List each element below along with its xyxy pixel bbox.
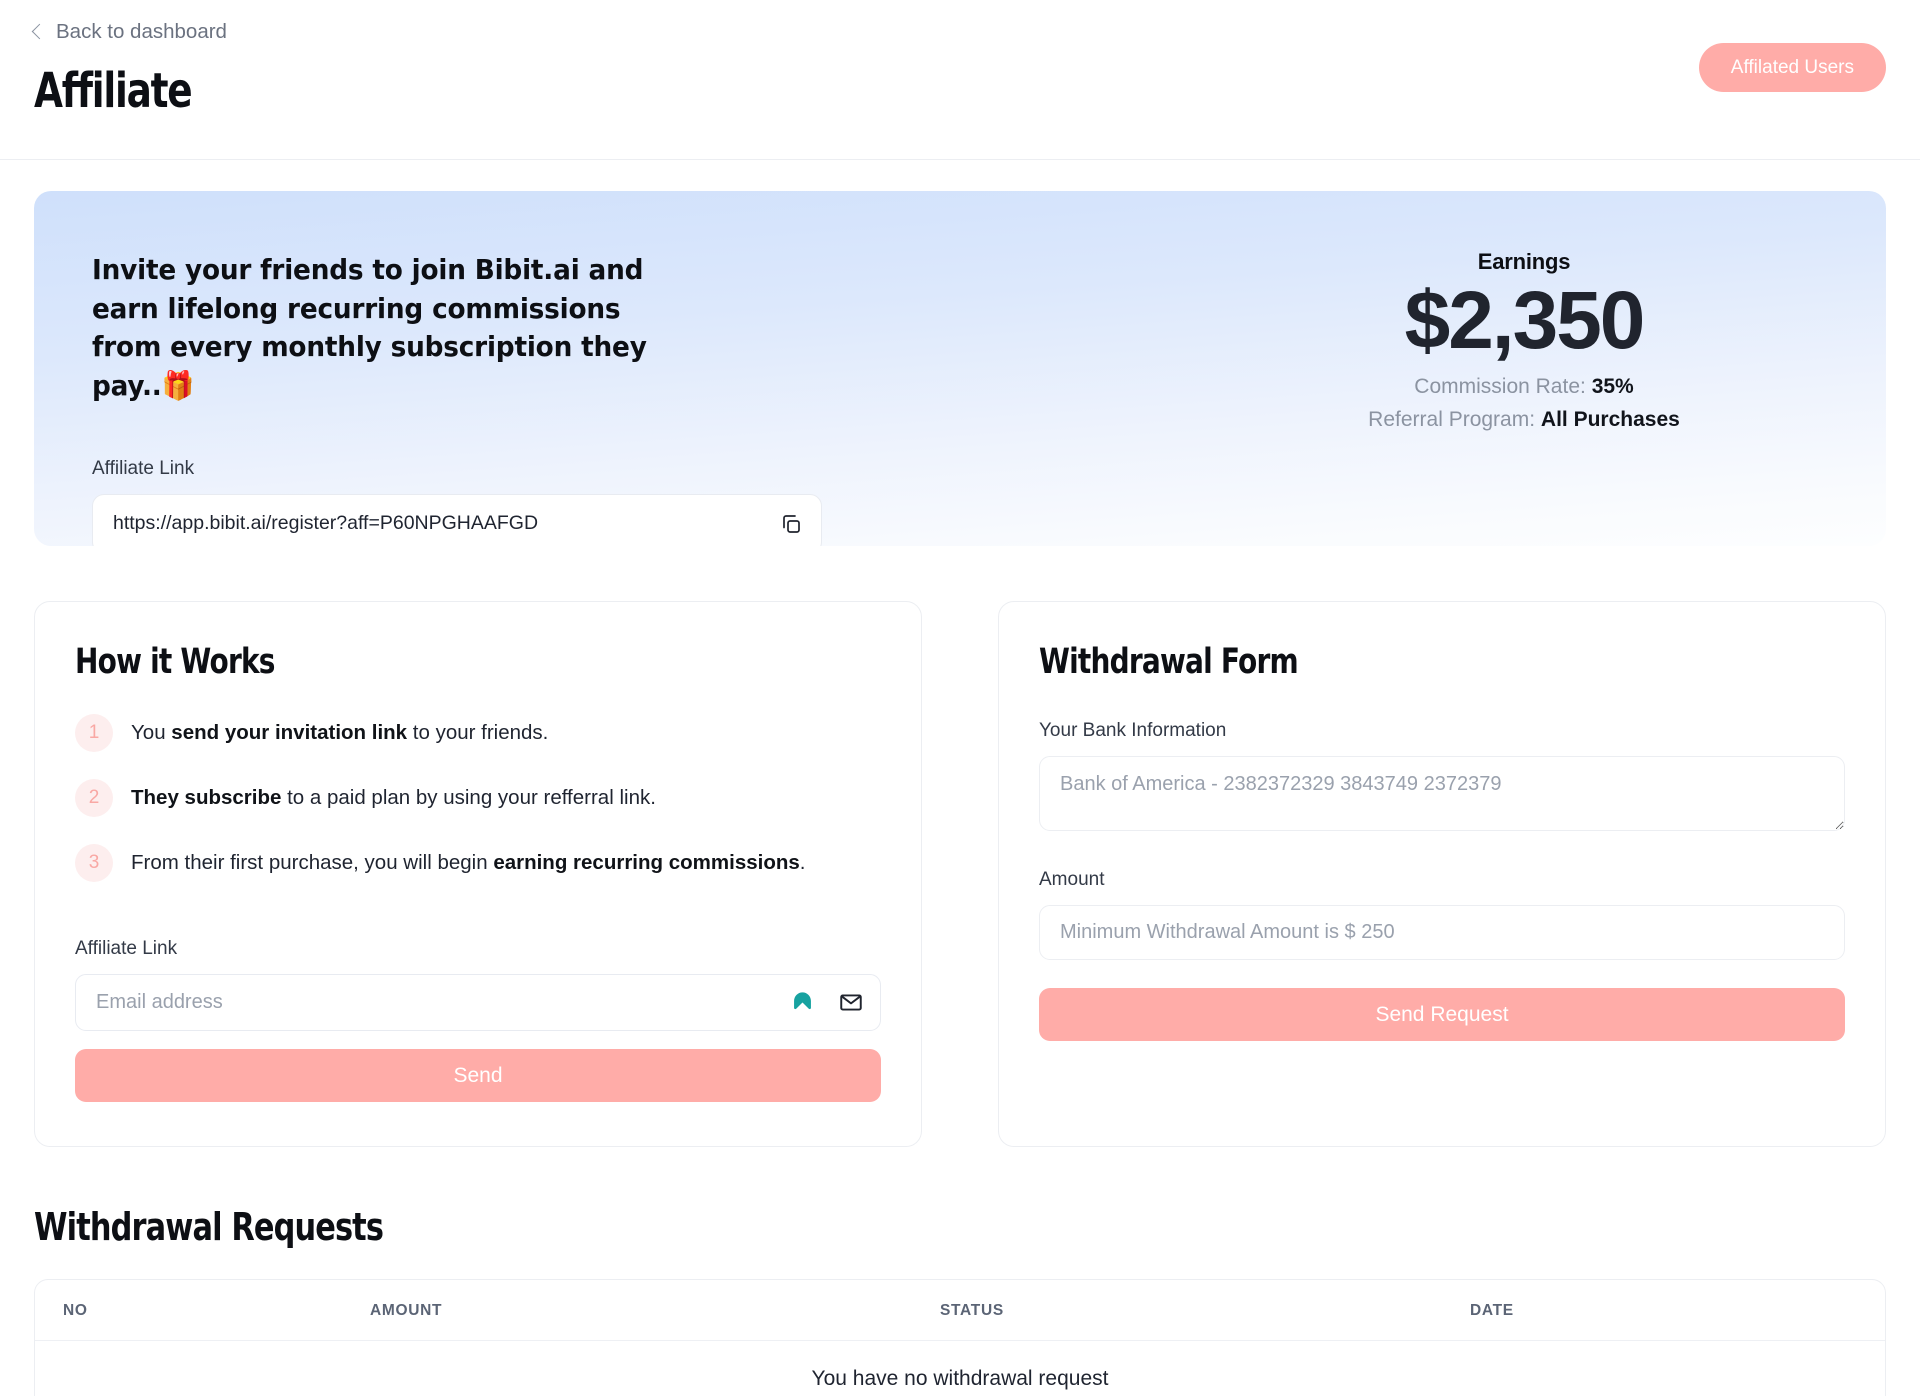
column-header-status: STATUS — [940, 1302, 1004, 1319]
bank-information-field[interactable] — [1039, 756, 1845, 831]
step-text-prefix: From their first purchase, you will begi… — [131, 851, 494, 874]
affiliate-banner: Invite your friends to join Bibit.ai and… — [34, 191, 1886, 546]
commission-rate-label: Commission Rate: — [1414, 375, 1586, 399]
earnings-label: Earnings — [1477, 249, 1571, 274]
input-icons — [789, 989, 864, 1016]
chevron-left-icon — [31, 23, 48, 40]
affiliate-link-field[interactable]: https://app.bibit.ai/register?aff=P60NPG… — [92, 493, 822, 546]
list-item: 2 They subscribe to a paid plan by using… — [75, 779, 881, 817]
amount-field[interactable] — [1039, 905, 1845, 960]
banner-headline: Invite your friends to join Bibit.ai and… — [92, 253, 647, 402]
commission-rate-value: 35% — [1591, 375, 1634, 399]
column-header-no: NO — [63, 1302, 88, 1319]
email-input-placeholder: Email address — [96, 991, 223, 1013]
main-content: Invite your friends to join Bibit.ai and… — [0, 191, 1920, 1396]
step-text: You send your invitation link to your fr… — [131, 718, 548, 748]
page-header: Back to dashboard Affiliate Affilated Us… — [0, 0, 1920, 160]
step-text: They subscribe to a paid plan by using y… — [131, 783, 656, 813]
step-text: From their first purchase, you will begi… — [131, 848, 805, 878]
affiliated-users-button[interactable]: Affilated Users — [1698, 43, 1886, 92]
envelope-icon[interactable] — [838, 990, 864, 1016]
referral-program-value: All Purchases — [1540, 408, 1680, 432]
withdrawal-requests-title: Withdrawal Requests — [34, 1205, 384, 1249]
how-it-works-title: How it Works — [75, 642, 275, 682]
amount-label: Amount — [1039, 869, 1105, 890]
column-header-date: DATE — [1470, 1302, 1514, 1319]
earnings-amount: $2,350 — [1404, 275, 1646, 366]
step-text-suffix: . — [799, 851, 806, 874]
step-number-badge: 3 — [75, 844, 113, 882]
step-number-badge: 2 — [75, 779, 113, 817]
step-text-suffix: to a paid plan by using your refferral l… — [281, 786, 656, 809]
copy-icon[interactable] — [779, 512, 803, 536]
send-invite-button[interactable]: Send — [75, 1049, 881, 1102]
step-text-bold: They subscribe — [131, 786, 282, 809]
commission-rate: Commission Rate: 35% — [1214, 375, 1834, 399]
nordpass-icon[interactable] — [789, 989, 816, 1016]
withdrawal-form-title: Withdrawal Form — [1039, 642, 1299, 682]
table-empty-message: You have no withdrawal request — [811, 1367, 1109, 1390]
step-number-badge: 1 — [75, 714, 113, 752]
how-it-works-card: How it Works 1 You send your invitation … — [34, 601, 922, 1147]
withdrawal-requests-table: NO AMOUNT STATUS DATE You have no withdr… — [34, 1279, 1886, 1396]
step-text-suffix: to your friends. — [407, 721, 549, 744]
list-item: 3 From their first purchase, you will be… — [75, 844, 881, 882]
back-to-dashboard-label: Back to dashboard — [56, 20, 227, 43]
bank-information-label: Your Bank Information — [1039, 720, 1227, 741]
step-text-prefix: You — [131, 721, 172, 744]
withdrawal-form-card: Withdrawal Form Your Bank Information Am… — [998, 601, 1886, 1147]
send-request-button[interactable]: Send Request — [1039, 988, 1845, 1041]
cards-row: How it Works 1 You send your invitation … — [34, 601, 1886, 1147]
page-title: Affiliate — [34, 62, 193, 119]
email-input-wrapper[interactable]: Email address — [75, 974, 881, 1031]
table-header-row: NO AMOUNT STATUS DATE — [35, 1280, 1885, 1341]
banner-affiliate-link-label: Affiliate Link — [92, 457, 195, 479]
list-item: 1 You send your invitation link to your … — [75, 714, 881, 752]
invite-affiliate-link-label: Affiliate Link — [75, 938, 178, 959]
affiliate-link-value: https://app.bibit.ai/register?aff=P60NPG… — [113, 512, 539, 534]
earnings-panel: Earnings $2,350 Commission Rate: 35% Ref… — [1214, 249, 1834, 432]
step-text-bold: earning recurring commissions — [493, 851, 800, 874]
referral-program: Referral Program: All Purchases — [1214, 408, 1834, 432]
back-to-dashboard-link[interactable]: Back to dashboard — [31, 20, 227, 43]
step-text-bold: send your invitation link — [171, 721, 408, 744]
referral-program-label: Referral Program: — [1368, 408, 1536, 432]
how-it-works-steps: 1 You send your invitation link to your … — [75, 714, 881, 882]
column-header-amount: AMOUNT — [370, 1302, 443, 1319]
